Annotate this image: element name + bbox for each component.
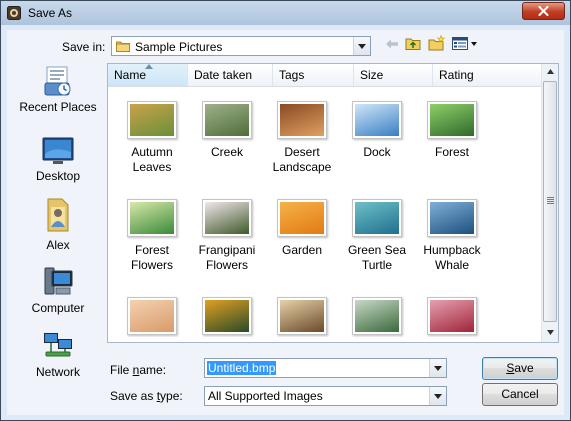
column-rating[interactable]: Rating (433, 64, 541, 86)
places-bar: Recent Places Desktop Alex Computer Netw… (13, 63, 103, 379)
file-thumbnail (277, 101, 327, 139)
file-name-text: Tree (264, 341, 340, 342)
file-name-dropdown-button[interactable] (429, 359, 446, 377)
dialog-body: Save in: Sample Pictures Recent Places D… (7, 30, 564, 415)
file-name-text: Winter (414, 341, 490, 342)
file-thumbnail (427, 297, 477, 335)
save-in-dropdown-button[interactable] (353, 37, 370, 55)
place-label: Network (35, 365, 80, 379)
new-folder-icon[interactable] (428, 35, 446, 51)
file-item[interactable]: Desert Landscape (264, 101, 340, 175)
title-bar[interactable]: Save As (1, 1, 570, 25)
save-as-type-value: All Supported Images (208, 389, 323, 403)
file-thumbnail (127, 199, 177, 237)
views-menu-icon[interactable] (452, 37, 478, 50)
file-item[interactable]: Creek (189, 101, 265, 160)
file-item[interactable]: Garden (264, 199, 340, 258)
column-size[interactable]: Size (354, 64, 433, 86)
file-thumbnail (127, 297, 177, 335)
file-item[interactable]: Tree (264, 297, 340, 342)
sort-ascending-icon (145, 64, 153, 69)
save-in-combo[interactable]: Sample Pictures (111, 36, 371, 56)
place-network[interactable]: Network (13, 330, 103, 379)
save-in-value: Sample Pictures (135, 40, 223, 54)
file-item[interactable]: Frangipani Flowers (189, 199, 265, 273)
column-name[interactable]: Name (108, 64, 188, 86)
file-item[interactable]: Forest Flowers (114, 199, 190, 273)
file-thumbnail (427, 199, 477, 237)
user-folder-icon (47, 198, 69, 232)
file-item[interactable]: Oryx (114, 297, 190, 342)
file-thumbnail (202, 199, 252, 237)
file-item[interactable]: Humpback Whale (414, 199, 490, 273)
place-label: Recent Places (19, 100, 97, 114)
file-name-text: Humpback Whale (423, 243, 481, 272)
file-name-label: File name: (110, 363, 167, 377)
column-date-taken[interactable]: Date taken (188, 64, 273, 86)
file-item[interactable]: Forest (414, 101, 490, 160)
place-recent-places[interactable]: Recent Places (13, 65, 103, 114)
place-label: Desktop (35, 169, 81, 183)
close-button[interactable] (522, 2, 565, 20)
save-as-type-label: Save as type: (110, 389, 183, 403)
save-in-label: Save in: (62, 40, 106, 54)
file-thumbnail (277, 297, 327, 335)
place-label: Alex (46, 238, 70, 252)
file-name-text: Autumn Leaves (131, 145, 173, 174)
desktop-icon (42, 137, 74, 164)
file-name-text: Creek (210, 145, 243, 159)
file-thumbnail (277, 199, 327, 237)
file-name-text: Forest Flowers (130, 243, 173, 272)
file-item[interactable]: Toco Toucan (189, 297, 265, 342)
vertical-scrollbar[interactable] (541, 64, 558, 342)
file-thumbnail (202, 297, 252, 335)
cancel-button[interactable]: Cancel (482, 383, 558, 406)
file-item[interactable]: Winter (414, 297, 490, 342)
save-button[interactable]: Save (482, 357, 558, 380)
file-name-text: Frangipani Flowers (198, 243, 256, 272)
file-item[interactable]: Green Sea Turtle (339, 199, 415, 273)
file-list[interactable]: Name Date taken Tags Size Rating Autumn L… (107, 63, 559, 343)
file-name-text: Desert Landscape (272, 145, 332, 174)
place-user-folder[interactable]: Alex (13, 197, 103, 252)
place-computer[interactable]: Computer (13, 266, 103, 315)
file-thumbnail (352, 297, 402, 335)
file-name-selection: Untitled.bmp (207, 361, 277, 375)
file-name-text: Waterfall (339, 341, 415, 342)
save-as-type-dropdown-button[interactable] (429, 387, 446, 405)
save-as-type-select[interactable]: All Supported Images (204, 386, 447, 406)
file-name-text: Dock (363, 145, 391, 159)
save-as-dialog: Save As Save in: Sample Pictures Recent … (0, 0, 571, 421)
place-label: Computer (31, 301, 85, 315)
network-icon (44, 333, 72, 357)
file-name-text: Green Sea Turtle (347, 243, 407, 272)
paint-app-icon (7, 6, 21, 20)
file-thumbnail (427, 101, 477, 139)
file-thumbnail (127, 101, 177, 139)
file-name-text: Garden (281, 243, 323, 257)
file-item[interactable]: Waterfall (339, 297, 415, 342)
file-name-text: Forest (434, 145, 469, 159)
file-thumbnail (202, 101, 252, 139)
recent-places-icon (44, 66, 71, 96)
file-thumbnail (352, 199, 402, 237)
file-name-text: Toco Toucan (189, 341, 265, 342)
column-tags[interactable]: Tags (273, 64, 354, 86)
place-desktop[interactable]: Desktop (13, 134, 103, 183)
file-name-field[interactable]: Untitled.bmp (204, 358, 447, 378)
file-name-text: Oryx (114, 341, 190, 342)
file-item[interactable]: Dock (339, 101, 415, 160)
file-item[interactable]: Autumn Leaves (114, 101, 190, 175)
back-arrow-icon[interactable] (385, 38, 399, 50)
close-icon (538, 6, 549, 16)
scroll-down-arrow-icon[interactable] (547, 330, 554, 335)
scroll-up-arrow-icon[interactable] (547, 69, 554, 74)
window-title: Save As (28, 6, 73, 20)
column-header: Name Date taken Tags Size Rating (108, 64, 541, 87)
scrollbar-thumb[interactable] (543, 81, 557, 322)
up-folder-icon[interactable] (405, 36, 421, 51)
computer-icon (44, 267, 73, 295)
file-thumbnail (352, 101, 402, 139)
folder-icon (116, 41, 130, 52)
